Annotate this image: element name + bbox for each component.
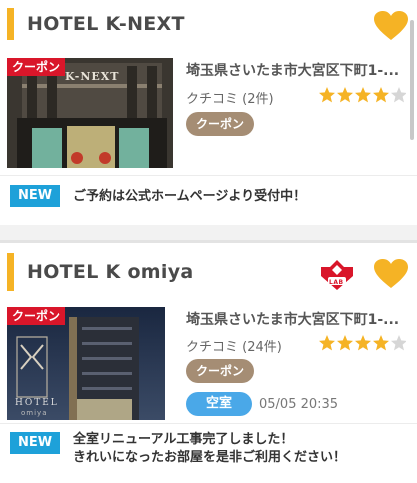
vacancy-timestamp: 05/05 20:35 (259, 397, 339, 412)
coupon-tag: クーポン (7, 307, 66, 325)
favorite-heart-icon[interactable] (374, 11, 408, 41)
hotel-name[interactable]: HOTEL K-NEXT (27, 13, 185, 35)
rating-stars-icon (319, 87, 406, 103)
hotel-address[interactable]: 埼玉県さいたま市大宮区下町1-... (186, 60, 408, 80)
lab-logo-badge-icon (321, 260, 353, 290)
new-badge: NEW (10, 432, 60, 454)
hotel-address[interactable]: 埼玉県さいたま市大宮区下町1-... (186, 309, 408, 329)
coupon-tag: クーポン (7, 58, 66, 76)
title-accent-bar (7, 8, 14, 40)
hotel-card-k-omiya[interactable]: HOTEL K omiya HOTEL omiya クーポン LAB 埼玉県さい… (0, 240, 417, 483)
review-count-link[interactable]: クチコミ (24件) (186, 336, 282, 355)
notice-text-line2[interactable]: きれいになったお部屋を是非ご利用ください！ (73, 449, 346, 467)
hotel-name[interactable]: HOTEL K omiya (27, 261, 194, 283)
photo-sign-subtext: omiya (21, 409, 48, 417)
vacancy-badge[interactable]: 空室 (186, 392, 252, 416)
rating-stars-icon (319, 335, 406, 351)
review-count-link[interactable]: クチコミ (2件) (186, 88, 274, 107)
hotel-photo[interactable]: HOTEL omiya クーポン (7, 307, 165, 420)
photo-sign-text: HOTEL (15, 398, 59, 408)
notice-text-line1[interactable]: 全室リニューアル工事完了しました！ (73, 431, 293, 449)
lab-logo-text: LAB (329, 279, 344, 286)
coupon-button[interactable]: クーポン (186, 359, 255, 383)
coupon-button[interactable]: クーポン (186, 112, 255, 136)
title-accent-bar (7, 253, 14, 291)
notice-text[interactable]: ご予約は公式ホームページより受付中！ (73, 188, 306, 206)
favorite-heart-icon[interactable] (374, 259, 408, 289)
hotel-card-k-next[interactable]: HOTEL K-NEXT K-NEXT クーポン 埼玉県さいたま市大宮区下町1-… (0, 0, 417, 225)
new-badge: NEW (10, 185, 60, 207)
scrollbar[interactable] (410, 20, 414, 140)
hotel-photo[interactable]: K-NEXT クーポン (7, 58, 173, 168)
divider (0, 423, 417, 424)
divider (0, 175, 417, 176)
photo-sign-text: K-NEXT (65, 70, 120, 83)
